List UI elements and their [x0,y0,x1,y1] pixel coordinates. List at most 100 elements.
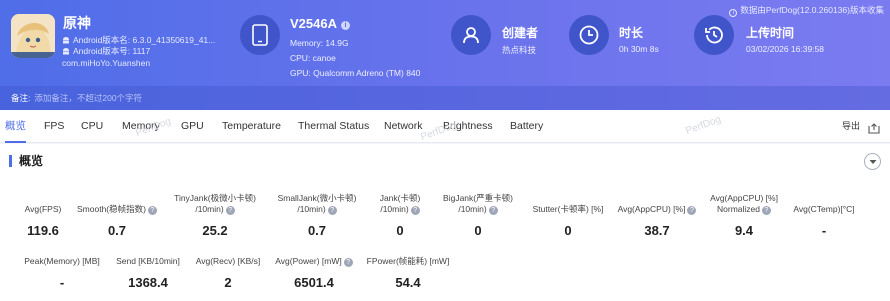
help-icon[interactable]: ? [327,206,337,215]
metric-avg-fps: Avg(FPS) 119.6 [11,204,75,238]
android-icon [62,36,70,44]
metric-avg-ctemp: Avg(CTemp)[°C] - [786,204,862,238]
section-title: 概览 [9,155,43,167]
tab-gpu[interactable]: GPU [181,110,204,143]
phone-icon [240,15,280,55]
metric-label: Jank(卡顿) [379,193,421,203]
metric-label-sub: /10min) [195,204,224,214]
tab-network[interactable]: Network [384,110,423,143]
android-build: Android版本号: 1117 [73,46,151,56]
metric-value: 0.7 [107,223,127,238]
export-button[interactable]: 导出 [842,110,860,143]
metric-value: 2 [224,275,232,290]
metric-label: Avg(AppCPU) [%] [710,193,778,203]
metric-label-sub: /10min) [458,204,487,214]
metric-label-sub: /10min) [380,204,409,214]
metric-value: 54.4 [395,275,421,290]
remark-input[interactable]: 添加备注，不超过200个字符 [34,93,142,103]
metric-label: SmallJank(微小卡顿) [277,193,357,203]
metric-value: 0.7 [307,223,327,238]
duration-title: 时长 [619,26,644,40]
metric-stutter: Stutter(卡顿率) [%] 0 [527,204,609,238]
metric-value: 9.4 [734,223,754,238]
metric-label: BigJank(严重卡顿) [443,193,513,203]
metric-fpower: FPower(帧能耗) [mW] 54.4 [360,256,456,290]
upload-title: 上传时间 [746,26,795,40]
metric-tiny-jank: TinyJank(极微小卡顿) /10min)? 25.2 [166,193,264,238]
device-name: V2546A [290,16,337,31]
metric-small-jank: SmallJank(微小卡顿) /10min)? 0.7 [268,193,366,238]
tab-fps[interactable]: FPS [44,110,64,143]
metric-value: 0 [474,223,482,238]
metric-value: 6501.4 [294,275,334,290]
help-icon[interactable]: ? [410,206,420,215]
metric-label: Stutter(卡顿率) [%] [532,204,604,214]
metric-label-sub: Normalized [717,204,760,214]
metric-value: 0 [396,223,404,238]
metric-smooth: Smooth(稳帧指数)? 0.7 [75,204,159,238]
tab-thermal-status[interactable]: Thermal Status [298,110,369,143]
metric-label: Send [KB/10min] [116,256,180,266]
help-icon[interactable]: ? [225,206,235,215]
info-icon[interactable]: i [340,21,350,30]
device-memory: Memory: 14.9G [290,38,349,48]
overview-panel: 概览 PerfDog PerfDog Avg(FPS) 119.6 Smooth… [0,116,890,301]
creator-value: 热点科技 [502,45,537,55]
android-version: Android版本名: 6.3.0_41350619_41... [73,35,216,45]
watermark: PerfDog [684,114,723,137]
metric-value: 119.6 [27,223,59,238]
help-icon[interactable]: ? [343,258,353,267]
metric-label: Avg(AppCPU) [%] [617,204,686,214]
metric-peak-memory: Peak(Memory) [MB] - [16,256,108,290]
creator-title: 创建者 [502,26,539,40]
help-icon[interactable]: ? [687,206,697,215]
metric-value: 1368.4 [128,275,168,290]
metric-value: 25.2 [202,223,228,238]
upload-value: 03/02/2026 16:39:58 [746,44,824,54]
tab-temperature[interactable]: Temperature [222,110,281,143]
metric-avg-app-cpu-normalized: Avg(AppCPU) [%] Normalized? 9.4 [702,193,786,238]
info-icon: i [729,9,738,17]
package-name: com.miHoYo.Yuanshen [62,58,151,68]
tab-cpu[interactable]: CPU [81,110,103,143]
tab-overview[interactable]: 概览 [5,110,26,143]
device-cpu: CPU: canoe [290,53,336,63]
remark-label: 备注: [11,93,31,103]
help-icon[interactable]: ? [488,206,498,215]
help-icon[interactable]: ? [762,206,771,215]
device-gpu: GPU: Qualcomm Adreno (TM) 840 [290,68,421,78]
user-icon [451,15,491,55]
metric-label: Avg(CTemp)[°C] [793,204,855,214]
metric-label: FPower(帧能耗) [mW] [366,256,450,266]
metric-label: Avg(Recv) [KB/s] [195,256,261,266]
export-icon[interactable] [868,121,880,134]
help-icon[interactable]: ? [147,206,157,215]
metric-value: - [59,275,65,290]
clock-icon [569,15,609,55]
metric-jank: Jank(卡顿) /10min)? 0 [358,193,442,238]
metric-label: TinyJank(极微小卡顿) [174,193,256,203]
metric-big-jank: BigJank(严重卡顿) /10min)? 0 [432,193,524,238]
metric-send: Send [KB/10min] 1368.4 [108,256,188,290]
tab-battery[interactable]: Battery [510,110,543,143]
metric-value: - [821,223,827,238]
remark-bar[interactable]: 备注: 添加备注，不超过200个字符 [0,86,890,110]
app-name: 原神 [63,15,91,31]
metric-label-sub: /10min) [297,204,326,214]
metric-value: 38.7 [644,223,670,238]
android-icon [62,47,70,55]
metric-avg-app-cpu: Avg(AppCPU) [%]? 38.7 [612,204,702,238]
report-header: 原神 Android版本名: 6.3.0_41350619_41... Andr… [0,0,890,110]
collapse-button[interactable] [864,153,881,170]
metric-label: Peak(Memory) [MB] [24,256,100,266]
chevron-down-icon [869,159,876,164]
metric-label: Avg(Power) [mW] [275,256,342,266]
duration-value: 0h 30m 8s [619,44,659,54]
game-avatar [11,14,55,58]
metric-value: 0 [564,223,572,238]
metric-avg-recv: Avg(Recv) [KB/s] 2 [190,256,266,290]
metric-label: Smooth(稳帧指数) [77,204,146,214]
data-source-text: 数据由PerfDog(12.0.260136)版本收集 [740,5,884,15]
history-icon [694,15,734,55]
metric-label: Avg(FPS) [24,204,62,214]
